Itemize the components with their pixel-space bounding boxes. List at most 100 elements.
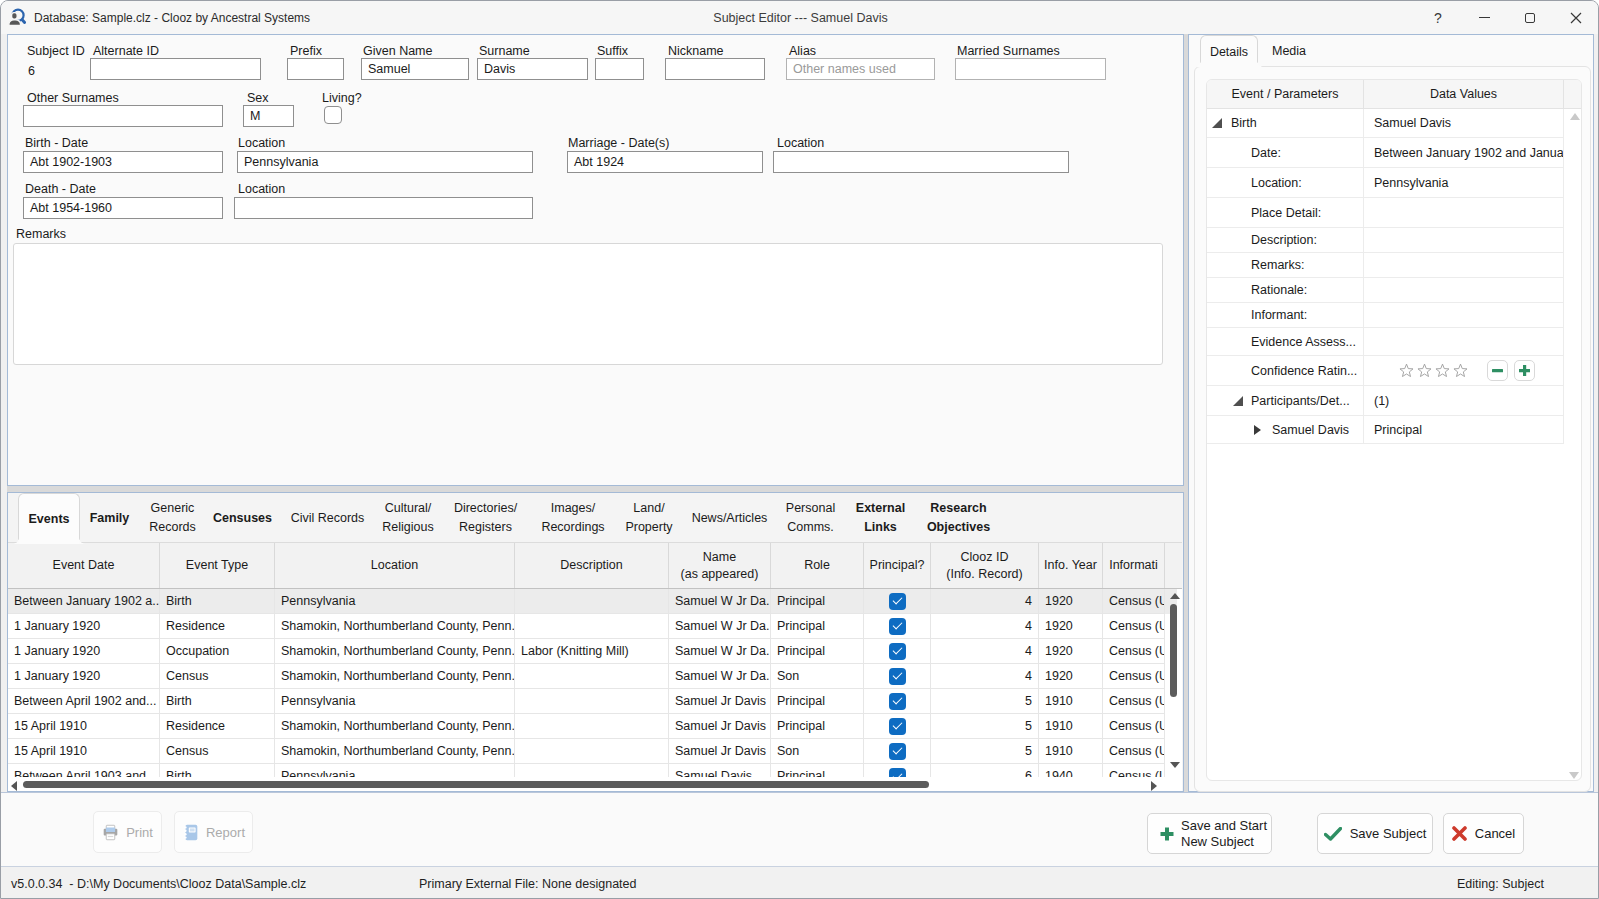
column-header-name[interactable]: Name (as appeared) bbox=[669, 543, 771, 588]
event-row[interactable]: 15 April 1910 Residence Shamokin, Northu… bbox=[8, 714, 1182, 739]
principal-checkbox[interactable] bbox=[889, 743, 906, 760]
event-row[interactable]: 1 January 1920 Occupation Shamokin, Nort… bbox=[8, 639, 1182, 664]
maximize-button[interactable] bbox=[1507, 1, 1553, 34]
details-row[interactable]: Samuel Davis Principal bbox=[1207, 416, 1581, 444]
help-button[interactable]: ? bbox=[1415, 1, 1461, 34]
sex-input[interactable]: M bbox=[243, 105, 294, 127]
principal-checkbox[interactable] bbox=[889, 718, 906, 735]
vertical-scrollbar-up[interactable] bbox=[1170, 593, 1180, 599]
event-row[interactable]: 1 January 1920 Residence Shamokin, North… bbox=[8, 614, 1182, 639]
principal-checkbox[interactable] bbox=[889, 643, 906, 660]
expanded-icon[interactable] bbox=[1233, 396, 1243, 406]
column-header-event-parameters[interactable]: Event / Parameters bbox=[1207, 80, 1364, 108]
horizontal-scrollbar-left[interactable] bbox=[11, 781, 17, 791]
save-and-start-new-subject-button[interactable]: Save and StartNew Subject bbox=[1147, 813, 1272, 854]
given-name-input[interactable]: Samuel bbox=[361, 58, 469, 80]
event-row[interactable]: 1 January 1920 Census Shamokin, Northumb… bbox=[8, 664, 1182, 689]
details-row[interactable]: Participants/Det... (1) bbox=[1207, 386, 1581, 416]
minimize-button[interactable] bbox=[1461, 1, 1507, 34]
tab-family[interactable]: Family bbox=[84, 493, 135, 543]
star-icon[interactable] bbox=[1434, 362, 1451, 379]
confidence-increase-button[interactable] bbox=[1514, 360, 1535, 381]
principal-checkbox[interactable] bbox=[889, 618, 906, 635]
close-button[interactable] bbox=[1553, 1, 1599, 34]
column-header-role[interactable]: Role bbox=[771, 543, 864, 588]
tab-censuses[interactable]: Censuses bbox=[208, 493, 277, 543]
star-icon[interactable] bbox=[1452, 362, 1469, 379]
event-row[interactable]: Between April 1903 and... Birth Pennsylv… bbox=[8, 764, 1182, 777]
tab-generic-records[interactable]: Generic Records bbox=[145, 493, 200, 543]
horizontal-scrollbar-thumb[interactable] bbox=[23, 781, 929, 788]
death-location-input[interactable] bbox=[234, 197, 533, 219]
tab-land-property[interactable]: Land/ Property bbox=[618, 493, 680, 543]
living-checkbox[interactable] bbox=[324, 106, 342, 124]
vertical-scrollbar-thumb[interactable] bbox=[1170, 604, 1177, 697]
column-header-event-date[interactable]: Event Date bbox=[8, 543, 160, 588]
details-row[interactable]: Confidence Ratin... bbox=[1207, 356, 1581, 386]
report-button[interactable]: Report bbox=[174, 811, 253, 853]
details-row[interactable]: Place Detail: bbox=[1207, 198, 1581, 228]
tab-details[interactable]: Details bbox=[1200, 35, 1258, 67]
column-header-info-type[interactable]: Informati bbox=[1103, 543, 1165, 588]
details-row[interactable]: Location: Pennsylvania bbox=[1207, 168, 1581, 198]
birth-date-input[interactable]: Abt 1902-1903 bbox=[23, 151, 223, 173]
details-scroll-up-icon[interactable] bbox=[1570, 113, 1580, 120]
column-header-clooz-id[interactable]: Clooz ID (Info. Record) bbox=[931, 543, 1039, 588]
save-subject-button[interactable]: Save Subject bbox=[1317, 813, 1433, 854]
details-row[interactable]: Birth Samuel Davis bbox=[1207, 109, 1581, 138]
principal-checkbox[interactable] bbox=[889, 693, 906, 710]
marriage-date-input[interactable]: Abt 1924 bbox=[567, 151, 763, 173]
remarks-textarea[interactable] bbox=[13, 243, 1163, 365]
column-header-location[interactable]: Location bbox=[275, 543, 515, 588]
details-row[interactable]: Informant: bbox=[1207, 303, 1581, 328]
tab-research-objectives[interactable]: Research Objectives bbox=[920, 493, 997, 543]
tab-news-articles[interactable]: News/Articles bbox=[684, 493, 775, 543]
confidence-stars[interactable] bbox=[1398, 362, 1469, 379]
alias-input[interactable]: Other names used bbox=[786, 58, 935, 80]
prefix-input[interactable] bbox=[287, 58, 344, 80]
tab-events[interactable]: Events bbox=[18, 493, 80, 544]
horizontal-scrollbar-right[interactable] bbox=[1151, 781, 1157, 791]
tab-personal-comms[interactable]: Personal Comms. bbox=[778, 493, 843, 543]
details-row[interactable]: Remarks: bbox=[1207, 253, 1581, 278]
death-date-input[interactable]: Abt 1954-1960 bbox=[23, 197, 223, 219]
print-button[interactable]: Print bbox=[93, 811, 162, 853]
tab-civil-records[interactable]: Civil Records bbox=[286, 493, 369, 543]
married-surnames-input[interactable] bbox=[955, 58, 1106, 80]
column-header-event-type[interactable]: Event Type bbox=[160, 543, 275, 588]
event-row[interactable]: 15 April 1910 Census Shamokin, Northumbe… bbox=[8, 739, 1182, 764]
tab-media[interactable]: Media bbox=[1264, 36, 1314, 66]
column-header-info-year[interactable]: Info. Year bbox=[1039, 543, 1103, 588]
expanded-icon[interactable] bbox=[1212, 118, 1222, 128]
vertical-scrollbar-down[interactable] bbox=[1170, 762, 1180, 768]
tab-external-links[interactable]: External Links bbox=[849, 493, 912, 543]
cancel-button[interactable]: Cancel bbox=[1443, 813, 1524, 854]
birth-location-input[interactable]: Pennsylvania bbox=[237, 151, 533, 173]
details-row[interactable]: Evidence Assess... bbox=[1207, 328, 1581, 356]
principal-checkbox[interactable] bbox=[889, 768, 906, 777]
tab-images-recordings[interactable]: Images/ Recordings bbox=[534, 493, 612, 543]
column-header-description[interactable]: Description bbox=[515, 543, 669, 588]
tab-cultural-religious[interactable]: Cultural/ Religious bbox=[377, 493, 439, 543]
star-icon[interactable] bbox=[1398, 362, 1415, 379]
column-header-principal[interactable]: Principal? bbox=[864, 543, 931, 588]
other-surnames-input[interactable] bbox=[23, 105, 223, 127]
details-row[interactable]: Description: bbox=[1207, 228, 1581, 253]
principal-checkbox[interactable] bbox=[889, 668, 906, 685]
star-icon[interactable] bbox=[1416, 362, 1433, 379]
details-row[interactable]: Rationale: bbox=[1207, 278, 1581, 303]
marriage-location-input[interactable] bbox=[773, 151, 1069, 173]
alternate-id-input[interactable] bbox=[90, 58, 261, 80]
details-scroll-down-icon[interactable] bbox=[1569, 772, 1579, 779]
surname-input[interactable]: Davis bbox=[477, 58, 588, 80]
principal-checkbox[interactable] bbox=[889, 593, 906, 610]
confidence-decrease-button[interactable] bbox=[1487, 360, 1508, 381]
column-header-data-values[interactable]: Data Values bbox=[1364, 80, 1564, 108]
event-row[interactable]: Between April 1902 and... Birth Pennsylv… bbox=[8, 689, 1182, 714]
event-row[interactable]: Between January 1902 a... Birth Pennsylv… bbox=[8, 589, 1182, 614]
suffix-input[interactable] bbox=[595, 58, 644, 80]
tab-directories-registers[interactable]: Directories/ Registers bbox=[447, 493, 524, 543]
details-row[interactable]: Date: Between January 1902 and Janua... bbox=[1207, 138, 1581, 168]
nickname-input[interactable] bbox=[665, 58, 765, 80]
collapsed-icon[interactable] bbox=[1254, 425, 1261, 435]
